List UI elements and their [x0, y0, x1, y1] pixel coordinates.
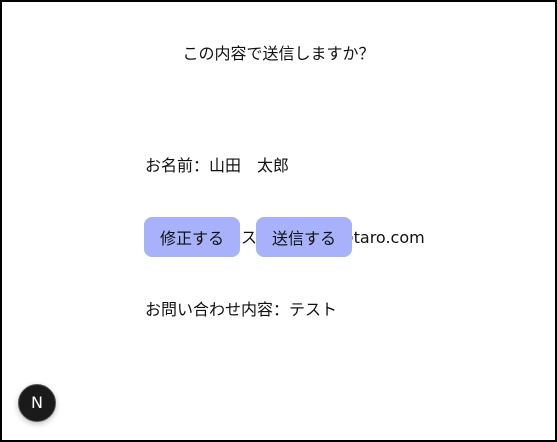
confirm-title: この内容で送信しますか？ [182, 44, 375, 63]
send-button[interactable]: 送信する [256, 217, 352, 257]
nextjs-logo-letter: N [31, 393, 43, 412]
action-buttons: 修正する 送信する [144, 217, 352, 257]
nextjs-logo-icon[interactable]: N [18, 384, 56, 422]
edit-button[interactable]: 修正する [144, 217, 240, 257]
detail-name: お名前：山田 太郎 [145, 156, 290, 175]
confirm-page: この内容で送信しますか？ お名前：山田 太郎 メールアドレス：yamada@ta… [0, 0, 557, 442]
detail-inquiry: お問い合わせ内容：テスト [145, 300, 338, 319]
